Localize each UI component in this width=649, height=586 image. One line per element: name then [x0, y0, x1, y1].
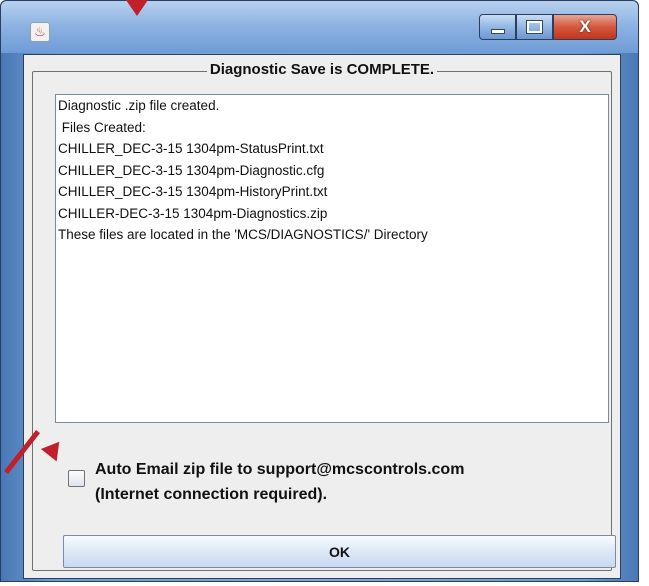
auto-email-label[interactable]: Auto Email zip file to support@mcscontro…	[95, 457, 464, 507]
minimize-icon	[490, 29, 505, 34]
group-title: Diagnostic Save is COMPLETE.	[33, 61, 611, 79]
auto-email-checkbox[interactable]	[68, 470, 85, 487]
result-text-area[interactable]: Diagnostic .zip file created. Files Crea…	[55, 94, 609, 423]
dialog-body: Diagnostic Save is COMPLETE. Diagnostic …	[23, 54, 621, 579]
caption-buttons: X	[479, 14, 617, 42]
maximize-icon	[526, 20, 543, 34]
ok-button[interactable]: OK	[63, 535, 616, 568]
dialog-window: ♨ X Diagnostic Save is COMPLETE. Diagnos…	[0, 0, 639, 582]
auto-email-label-line2: (Internet connection required).	[95, 486, 328, 503]
title-bar[interactable]: ♨ X	[1, 1, 638, 53]
maximize-button[interactable]	[516, 14, 553, 40]
group-title-text: Diagnostic Save is COMPLETE.	[206, 61, 438, 78]
result-line: CHILLER_DEC-3-15 1304pm-StatusPrint.txt	[58, 141, 324, 156]
result-line: These files are located in the 'MCS/DIAG…	[58, 227, 428, 242]
auto-email-label-line1: Auto Email zip file to support@mcscontro…	[95, 461, 465, 478]
close-icon: X	[579, 17, 591, 36]
minimize-button[interactable]	[479, 14, 516, 40]
result-group: Diagnostic Save is COMPLETE. Diagnostic …	[32, 61, 616, 571]
result-line: Diagnostic .zip file created.	[58, 98, 220, 113]
annotation-arrow-icon	[126, 0, 148, 16]
result-line: CHILLER_DEC-3-15 1304pm-Diagnostic.cfg	[58, 162, 325, 178]
result-line: CHILLER-DEC-3-15 1304pm-Diagnostics.zip	[58, 205, 328, 221]
result-line: Files Created:	[58, 119, 146, 135]
close-button[interactable]: X	[553, 14, 617, 40]
result-line: CHILLER_DEC-3-15 1304pm-HistoryPrint.txt	[58, 184, 328, 199]
java-cup-icon[interactable]: ♨	[30, 22, 50, 42]
